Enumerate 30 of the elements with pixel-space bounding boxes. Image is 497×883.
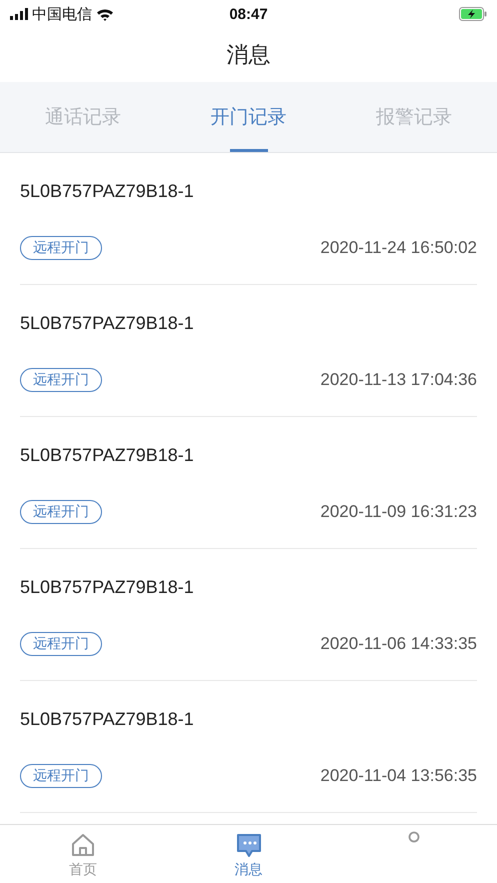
tag: 远程开门: [20, 632, 102, 656]
nav-item[interactable]: 消息: [166, 825, 332, 883]
page-title: 消息: [226, 41, 270, 69]
tag: 远程开门: [20, 236, 102, 260]
tab[interactable]: 开门记录: [166, 82, 332, 152]
carrier-name: 中国电信: [32, 4, 92, 24]
timestamp: 2020-11-06 14:33:35: [320, 634, 477, 654]
nav-item[interactable]: 首页: [0, 825, 166, 883]
device-id: 5L0B757PAZ79B18-1: [20, 313, 194, 334]
nav-label: 消息: [234, 861, 262, 879]
device-id: 5L0B757PAZ79B18-1: [20, 181, 194, 202]
circle-icon: [408, 831, 420, 843]
timestamp: 2020-11-13 17:04:36: [320, 370, 477, 390]
device-id: 5L0B757PAZ79B18-1: [20, 709, 194, 730]
clock-time: 08:47: [229, 6, 268, 22]
device-id: 5L0B757PAZ79B18-1: [20, 577, 194, 598]
timestamp: 2020-11-24 16:50:02: [320, 238, 477, 258]
tab[interactable]: 报警记录: [331, 82, 497, 152]
timestamp: 2020-11-04 13:56:35: [320, 766, 477, 786]
wifi-icon: [96, 8, 114, 20]
tag: 远程开门: [20, 368, 102, 392]
tag: 远程开门: [20, 764, 102, 788]
battery-icon: [459, 7, 487, 21]
chat-icon: [234, 831, 262, 859]
tab[interactable]: 通话记录: [0, 82, 166, 152]
tag: 远程开门: [20, 500, 102, 524]
timestamp: 2020-11-09 16:31:23: [320, 502, 477, 522]
device-id: 5L0B757PAZ79B18-1: [20, 445, 194, 466]
signal-icon: [10, 8, 28, 20]
nav-label: 首页: [68, 861, 97, 879]
